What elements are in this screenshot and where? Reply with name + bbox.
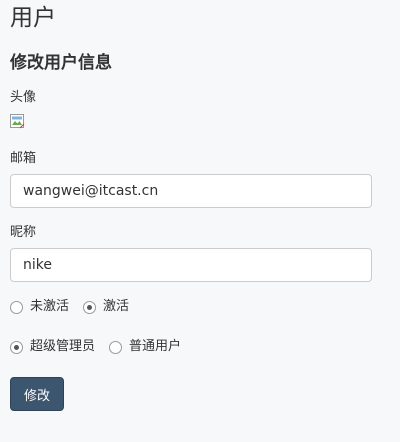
- radio-unchecked-icon[interactable]: [10, 300, 23, 314]
- form-title: 修改用户信息: [10, 53, 112, 73]
- radio-label: 普通用户: [129, 339, 182, 354]
- broken-image-icon: [10, 114, 25, 129]
- user-edit-page: 用户 修改用户信息 头像 邮箱 昵称 未激活 激活 超级管理员 普通用户: [0, 0, 400, 442]
- radio-label: 超级管理员: [30, 339, 96, 354]
- submit-button[interactable]: 修改: [10, 377, 64, 411]
- radio-checked-icon[interactable]: [83, 300, 97, 314]
- avatar: [10, 114, 26, 130]
- email-field[interactable]: [10, 174, 372, 208]
- radio-label: 激活: [103, 299, 130, 314]
- nickname-field[interactable]: [10, 248, 372, 282]
- radio-checked-icon[interactable]: [10, 340, 23, 354]
- email-label: 邮箱: [10, 151, 37, 166]
- avatar-label: 头像: [10, 90, 37, 105]
- page-title: 用户: [10, 5, 56, 31]
- radio-label: 未激活: [30, 299, 70, 314]
- role-radio-group: 超级管理员 普通用户: [10, 337, 195, 357]
- status-radio-group: 未激活 激活: [10, 297, 143, 317]
- radio-unchecked-icon[interactable]: [109, 340, 123, 354]
- role-option-normal-user[interactable]: 普通用户: [109, 338, 181, 356]
- role-option-super-admin[interactable]: 超级管理员: [10, 338, 95, 356]
- status-option-inactive[interactable]: 未激活: [10, 298, 69, 316]
- status-option-active[interactable]: 激活: [83, 298, 129, 316]
- nickname-label: 昵称: [10, 225, 37, 240]
